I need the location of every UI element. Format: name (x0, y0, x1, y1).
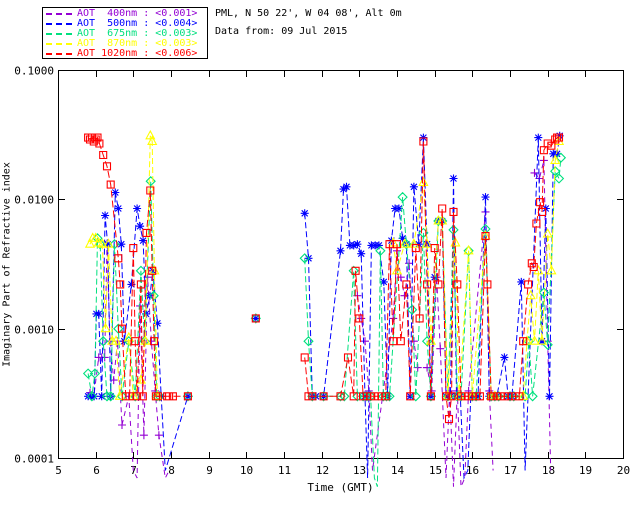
x-tick-label: 10 (240, 464, 253, 477)
y-tick-label: 0.1000 (14, 65, 54, 78)
x-tick-label: 11 (278, 464, 291, 477)
series-aot-1020nm (84, 133, 564, 424)
x-tick-label: 15 (429, 464, 442, 477)
y-tick-label: 0.0001 (14, 453, 54, 466)
x-tick-label: 13 (353, 464, 366, 477)
x-tick-label: 5 (55, 464, 62, 477)
x-axis-title: Time (GMT) (307, 481, 373, 494)
aeronet-refractive-index-plot: PML, N 50 22', W 04 08', Alt 0m Data fro… (0, 0, 640, 512)
x-tick-label: 17 (504, 464, 517, 477)
x-tick-label: 20 (617, 464, 630, 477)
x-tick-label: 9 (206, 464, 213, 477)
x-tick-label: 12 (316, 464, 329, 477)
series-aot-500nm (84, 131, 564, 480)
y-tick-label: 0.0100 (14, 194, 54, 207)
x-tick-label: 8 (168, 464, 175, 477)
series-aot-870nm (84, 129, 565, 400)
x-tick-label: 18 (542, 464, 555, 477)
x-tick-label: 6 (93, 464, 100, 477)
plot-canvas: 5 6 7 8 9 10 11 12 13 14 15 16 17 18 19 20Time (GMT)0.1… (14, 65, 630, 495)
series-line (87, 136, 559, 420)
y-tick-label: 0.0010 (14, 324, 54, 337)
triangle-marker-icon (84, 129, 565, 400)
x-tick-label: 19 (579, 464, 592, 477)
x-tick-label: 14 (391, 464, 405, 477)
series-line (88, 135, 561, 480)
